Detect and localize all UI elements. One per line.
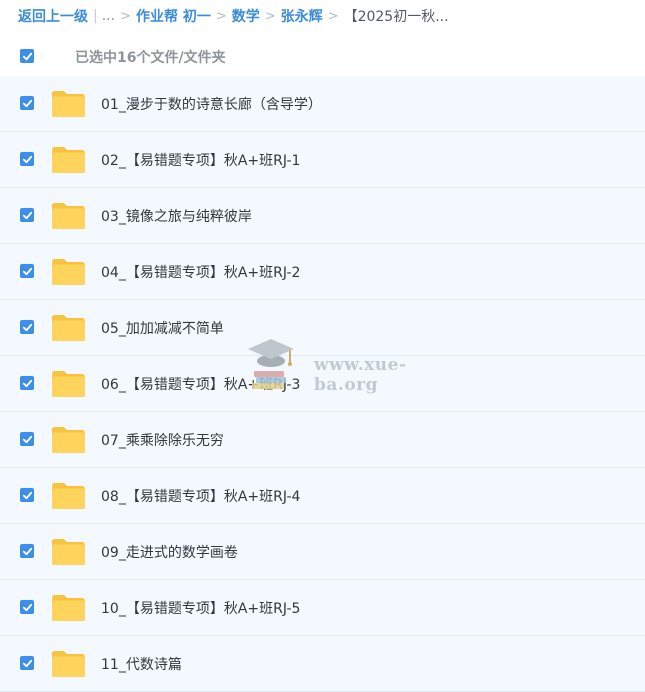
folder-icon [52, 91, 85, 117]
checkmark-icon [22, 211, 32, 219]
file-name[interactable]: 08_【易错题专项】秋A+班RJ-4 [101, 486, 300, 506]
checkmark-icon [22, 155, 32, 163]
file-row[interactable]: 02_【易错题专项】秋A+班RJ-1 [0, 132, 645, 188]
breadcrumb-current: 【2025初一秋... [343, 9, 449, 25]
file-name[interactable]: 10_【易错题专项】秋A+班RJ-5 [101, 598, 300, 618]
file-name[interactable]: 05_加加减减不简单 [101, 318, 224, 338]
checkmark-icon [22, 379, 32, 387]
file-row[interactable]: 06_【易错题专项】秋A+班RJ-3 [0, 356, 645, 412]
chevron-right-icon: > [215, 8, 227, 24]
file-row[interactable]: 08_【易错题专项】秋A+班RJ-4 [0, 468, 645, 524]
file-row[interactable]: 07_乘乘除除乐无穷 [0, 412, 645, 468]
folder-icon [52, 427, 85, 453]
row-checkbox[interactable] [20, 96, 34, 110]
checkmark-icon [22, 547, 32, 555]
breadcrumb: 返回上一级 | ... > 作业帮 初一 > 数学 > 张永辉 > 【2025初… [0, 0, 645, 32]
breadcrumb-item[interactable]: 张永辉 [281, 6, 323, 26]
file-name[interactable]: 03_镜像之旅与纯粹彼岸 [101, 206, 252, 226]
file-list: 01_漫步于数的诗意长廊（含导学） 02_【易错题专项】秋A+班RJ-1 03_镜像… [0, 76, 645, 692]
row-checkbox[interactable] [20, 152, 34, 166]
breadcrumb-item[interactable]: 作业帮 初一 [136, 6, 211, 26]
folder-icon [52, 539, 85, 565]
chevron-right-icon: > [327, 8, 339, 24]
checkmark-icon [22, 603, 32, 611]
row-checkbox[interactable] [20, 600, 34, 614]
file-name[interactable]: 11_代数诗篇 [101, 654, 182, 674]
folder-icon [52, 371, 85, 397]
row-checkbox[interactable] [20, 488, 34, 502]
row-checkbox[interactable] [20, 376, 34, 390]
back-link[interactable]: 返回上一级 [18, 6, 88, 26]
file-row[interactable]: 03_镜像之旅与纯粹彼岸 [0, 188, 645, 244]
folder-icon [52, 595, 85, 621]
folder-icon [52, 203, 85, 229]
checkmark-icon [22, 267, 32, 275]
file-name[interactable]: 04_【易错题专项】秋A+班RJ-2 [101, 262, 300, 282]
selection-count-label: 已选中16个文件/文件夹 [75, 50, 226, 66]
chevron-right-icon: > [264, 8, 276, 24]
file-row[interactable]: 09_走进式的数学画卷 [0, 524, 645, 580]
file-name[interactable]: 06_【易错题专项】秋A+班RJ-3 [101, 374, 300, 394]
file-name[interactable]: 02_【易错题专项】秋A+班RJ-1 [101, 150, 300, 170]
select-all-checkbox[interactable] [20, 49, 34, 63]
checkmark-icon [22, 52, 32, 60]
row-checkbox[interactable] [20, 656, 34, 670]
row-checkbox[interactable] [20, 432, 34, 446]
breadcrumb-item[interactable]: 数学 [232, 6, 260, 26]
folder-icon [52, 315, 85, 341]
chevron-right-icon: > [120, 8, 131, 24]
checkmark-icon [22, 323, 32, 331]
file-row[interactable]: 01_漫步于数的诗意长廊（含导学） [0, 76, 645, 132]
breadcrumb-ellipsis[interactable]: ... [102, 8, 115, 24]
checkmark-icon [22, 491, 32, 499]
file-name[interactable]: 01_漫步于数的诗意长廊（含导学） [101, 94, 322, 114]
checkmark-icon [22, 99, 32, 107]
file-row[interactable]: 05_加加减减不简单 [0, 300, 645, 356]
folder-icon [52, 651, 85, 677]
row-checkbox[interactable] [20, 544, 34, 558]
breadcrumb-divider: | [93, 8, 98, 24]
selection-bar: 已选中16个文件/文件夹 [0, 36, 645, 76]
folder-icon [52, 147, 85, 173]
folder-icon [52, 483, 85, 509]
file-name[interactable]: 07_乘乘除除乐无穷 [101, 430, 224, 450]
checkmark-icon [22, 659, 32, 667]
file-name[interactable]: 09_走进式的数学画卷 [101, 542, 238, 562]
row-checkbox[interactable] [20, 208, 34, 222]
checkmark-icon [22, 435, 32, 443]
folder-icon [52, 259, 85, 285]
file-row[interactable]: 04_【易错题专项】秋A+班RJ-2 [0, 244, 645, 300]
row-checkbox[interactable] [20, 264, 34, 278]
file-row[interactable]: 11_代数诗篇 [0, 636, 645, 692]
file-row[interactable]: 10_【易错题专项】秋A+班RJ-5 [0, 580, 645, 636]
row-checkbox[interactable] [20, 320, 34, 334]
